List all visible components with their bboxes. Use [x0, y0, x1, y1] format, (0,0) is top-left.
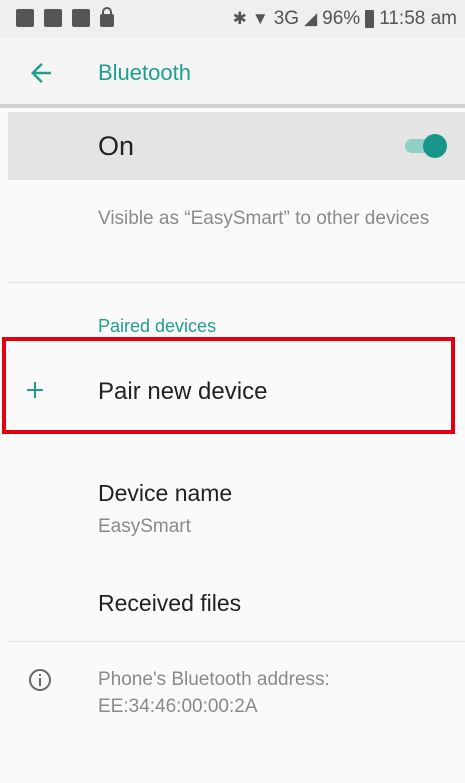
info-icon	[29, 669, 51, 691]
clock: 11:58 am	[379, 8, 457, 29]
device-name-value: EasySmart	[98, 516, 191, 537]
bluetooth-icon: ✱	[232, 9, 247, 28]
wifi-icon: ▼	[251, 9, 269, 28]
pair-new-device-label[interactable]: Pair new device	[98, 378, 267, 406]
network-type: 3G	[273, 8, 300, 29]
received-files-label: Received files	[98, 590, 242, 616]
lock-icon	[100, 7, 114, 27]
app-bar: Bluetooth	[0, 38, 465, 106]
switch-label: On	[98, 131, 135, 161]
toggle-thumb	[423, 134, 447, 158]
status-indicators: ✱ ▼ 3G ◢ 96% 11:58 am	[233, 8, 457, 30]
image-icon	[72, 9, 90, 27]
paired-devices-header: Paired devices	[98, 316, 217, 336]
notification-icons	[16, 7, 114, 27]
app-bar-divider	[0, 104, 465, 108]
page-title: Bluetooth	[98, 60, 191, 85]
image-icon	[16, 9, 34, 27]
received-files-row[interactable]: Received files	[0, 572, 465, 638]
section-divider	[8, 282, 465, 283]
image-icon	[44, 9, 62, 27]
battery-level: 96%	[322, 8, 361, 29]
arrow-back-icon[interactable]	[26, 58, 56, 88]
status-bar: ✱ ▼ 3G ◢ 96% 11:58 am	[0, 0, 465, 38]
device-name-row[interactable]: Device name EasySmart	[0, 460, 465, 552]
bluetooth-master-switch[interactable]: On	[8, 112, 465, 180]
bluetooth-settings-screen: ✱ ▼ 3G ◢ 96% 11:58 am Bluetooth On Visib…	[0, 0, 465, 783]
device-name-title: Device name	[98, 480, 233, 506]
visibility-description: Visible as “EasySmart” to other devices	[98, 208, 430, 229]
battery-icon	[365, 10, 375, 28]
bluetooth-toggle[interactable]	[405, 134, 447, 158]
bluetooth-address: Phone's Bluetooth address: EE:34:46:00:0…	[98, 669, 330, 717]
plus-icon	[27, 382, 43, 398]
section-divider	[8, 641, 465, 642]
signal-icon: ◢	[304, 9, 318, 28]
